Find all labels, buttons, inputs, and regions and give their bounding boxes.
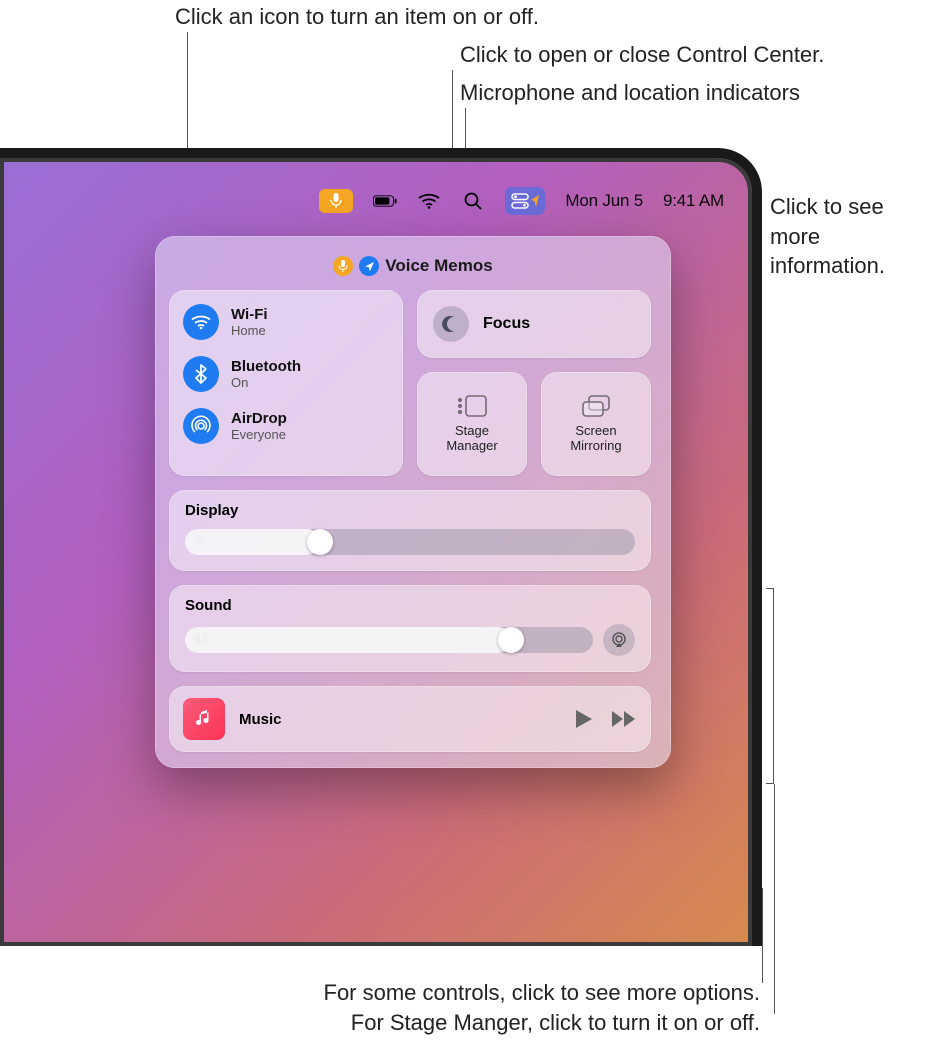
control-center-menubar-button[interactable] (505, 187, 545, 215)
leader-line (762, 888, 763, 983)
bluetooth-subtitle: On (231, 375, 301, 390)
callout-toggle: Click an icon to turn an item on or off. (175, 2, 539, 32)
wifi-title: Wi-Fi (231, 306, 268, 323)
mic-recording-indicator[interactable] (319, 189, 353, 213)
privacy-indicators-row[interactable]: Voice Memos (169, 250, 657, 290)
menu-bar: Mon Jun 5 9:41 AM (0, 182, 752, 220)
airdrop-title: AirDrop (231, 410, 287, 427)
location-indicator-icon (359, 256, 379, 276)
screen-mirroring-icon (582, 395, 610, 417)
bluetooth-icon (183, 356, 219, 392)
screen-mirroring-label2: Mirroring (570, 438, 621, 453)
sound-tile[interactable]: Sound (169, 585, 651, 672)
menubar-time[interactable]: 9:41 AM (663, 191, 724, 211)
wifi-subtitle: Home (231, 323, 268, 338)
focus-tile[interactable]: Focus (417, 290, 651, 358)
stage-manager-tile[interactable]: StageManager (417, 372, 527, 476)
music-label: Music (239, 711, 557, 728)
microphone-indicator-icon (333, 256, 353, 276)
stage-manager-label2: Manager (446, 438, 497, 453)
airdrop-subtitle: Everyone (231, 427, 287, 442)
stage-manager-label1: Stage (455, 423, 489, 438)
display-label: Display (185, 502, 635, 519)
location-arrow-icon (531, 195, 540, 207)
menubar-date[interactable]: Mon Jun 5 (565, 191, 643, 211)
fast-forward-icon (612, 711, 636, 727)
privacy-app-name: Voice Memos (385, 256, 492, 276)
bluetooth-toggle[interactable]: Bluetooth On (183, 356, 389, 392)
battery-icon[interactable] (373, 191, 397, 211)
screen-mirroring-label1: Screen (575, 423, 616, 438)
airdrop-toggle[interactable]: AirDrop Everyone (183, 408, 389, 444)
airplay-icon (610, 632, 628, 648)
spotlight-icon[interactable] (461, 191, 485, 211)
callout-indicators: Microphone and location indicators (460, 78, 800, 108)
callout-open-cc: Click to open or close Control Center. (460, 40, 824, 70)
sound-label: Sound (185, 597, 635, 614)
callout-bottom2: For Stage Manger, click to turn it on or… (0, 1008, 760, 1038)
focus-label: Focus (483, 315, 530, 333)
leader-bracket-options (766, 588, 774, 784)
display-tile[interactable]: Display (169, 490, 651, 571)
bluetooth-title: Bluetooth (231, 358, 301, 375)
control-center-icon (511, 193, 529, 209)
wifi-toggle[interactable]: Wi-Fi Home (183, 304, 389, 340)
airdrop-icon (183, 408, 219, 444)
airplay-audio-button[interactable] (603, 624, 635, 656)
callout-bottom1: For some controls, click to see more opt… (0, 978, 760, 1008)
moon-icon (433, 306, 469, 342)
control-center-panel: Voice Memos Wi-Fi Home (155, 236, 671, 768)
play-button[interactable] (571, 706, 597, 732)
next-track-button[interactable] (611, 706, 637, 732)
microphone-icon (330, 193, 342, 209)
leader-line (774, 784, 775, 1014)
play-icon (576, 710, 592, 728)
wifi-menubar-icon[interactable] (417, 191, 441, 211)
now-playing-tile[interactable]: Music (169, 686, 651, 752)
stage-manager-icon (457, 395, 487, 417)
wifi-icon (183, 304, 219, 340)
music-app-icon (183, 698, 225, 740)
callout-see-more: Click to see more information. (770, 192, 925, 281)
connectivity-tile[interactable]: Wi-Fi Home Bluetooth On (169, 290, 403, 476)
screen-mirroring-tile[interactable]: ScreenMirroring (541, 372, 651, 476)
brightness-slider[interactable] (185, 529, 635, 555)
desktop-wallpaper: Mon Jun 5 9:41 AM Voice Memos Wi-Fi (0, 148, 762, 946)
volume-slider[interactable] (185, 627, 593, 653)
